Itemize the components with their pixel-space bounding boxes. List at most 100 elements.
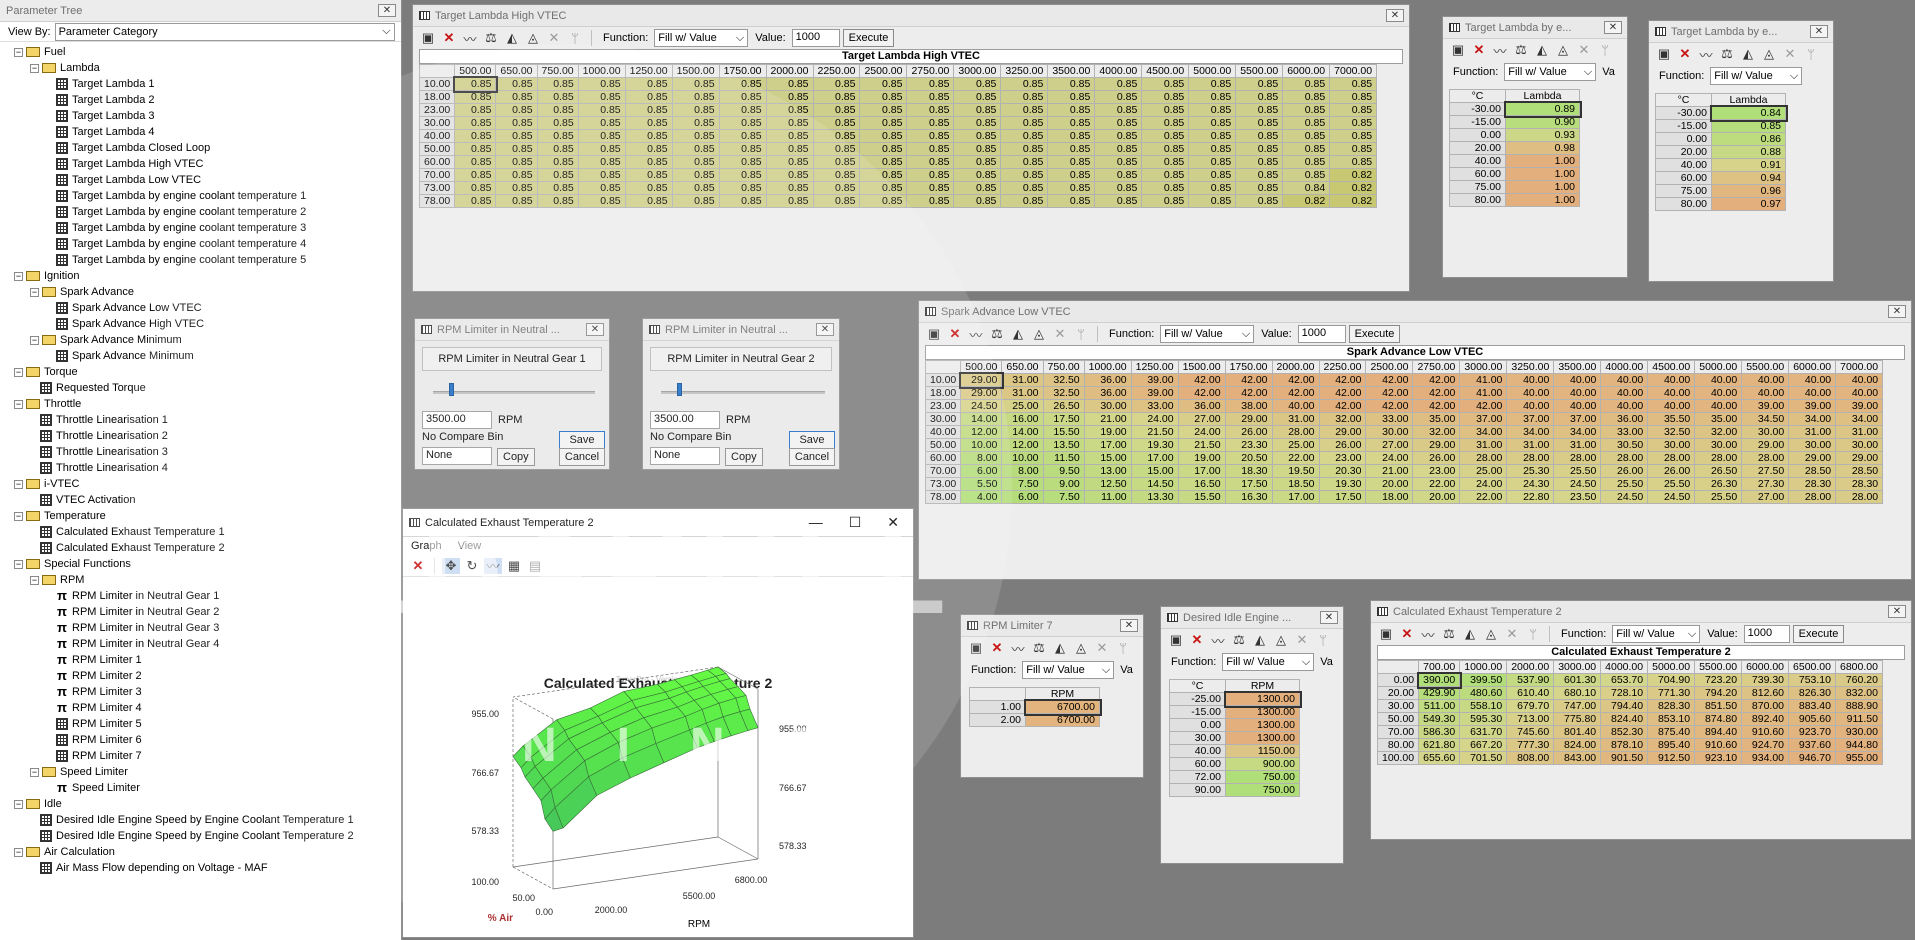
grid-cell[interactable]: 0.85: [1094, 116, 1143, 130]
close-button[interactable]: ✕: [816, 323, 834, 336]
grid-cell[interactable]: 42.00: [1271, 373, 1320, 387]
close-button[interactable]: ✕: [1810, 25, 1828, 38]
grid-cell[interactable]: 12.00: [960, 425, 1003, 439]
grid-cell[interactable]: 0.85: [812, 129, 861, 143]
grid-cell[interactable]: 0.85: [1188, 77, 1237, 91]
grid-cell[interactable]: 894.40: [1694, 725, 1743, 739]
value-input[interactable]: 3500.00: [422, 411, 492, 429]
grid-cell[interactable]: 29.00: [1788, 451, 1837, 465]
grid-cell[interactable]: 0.85: [718, 181, 767, 195]
grid-cell[interactable]: 40.00: [1600, 399, 1649, 413]
grid-cell[interactable]: 0.85: [577, 168, 626, 182]
grid-cell[interactable]: 21.00: [1083, 412, 1132, 426]
grid-cell[interactable]: 0.85: [906, 77, 955, 91]
grid-cell[interactable]: 0.85: [1329, 129, 1378, 143]
target-lambda-ect-grid-1[interactable]: °C Lambda -30.00 0.89 -15.00 0.90 0.00 0.93 20.0…: [1449, 89, 1582, 207]
execute-button[interactable]: Execute: [1348, 325, 1401, 343]
grid-cell[interactable]: 42.00: [1177, 386, 1226, 400]
grid-cell[interactable]: 0.85: [495, 129, 538, 143]
tree-node[interactable]: − Temperature: [14, 508, 401, 524]
grid-cell[interactable]: 40.00: [1694, 399, 1743, 413]
grid-cell[interactable]: 777.30: [1506, 738, 1555, 752]
grid-cell[interactable]: 924.70: [1741, 738, 1790, 752]
grid-cell[interactable]: 0.85: [906, 103, 955, 117]
menu-view[interactable]: View: [458, 540, 482, 552]
grid-cell[interactable]: 15.50: [1042, 425, 1085, 439]
grid-cell[interactable]: 0.85: [1000, 155, 1049, 169]
compare-icon[interactable]: ⚖: [1512, 42, 1530, 58]
copy-button[interactable]: Copy: [725, 448, 763, 466]
save-button[interactable]: Save: [559, 431, 605, 449]
tree-node[interactable]: − Fuel: [14, 44, 401, 60]
grid-cell[interactable]: 28.30: [1788, 477, 1837, 491]
grid-cell[interactable]: 713.00: [1506, 712, 1555, 726]
delete-icon[interactable]: ✕: [409, 558, 427, 574]
grid-cell[interactable]: 21.50: [1130, 425, 1179, 439]
smooth-icon[interactable]: ◬: [1272, 632, 1290, 648]
grid-cell[interactable]: 824.00: [1553, 738, 1602, 752]
grid-cell[interactable]: 0.85: [536, 103, 579, 117]
grid-cell[interactable]: 39.00: [1788, 399, 1837, 413]
tree-node[interactable]: Throttle Linearisation 1: [14, 412, 401, 428]
grid-cell[interactable]: 0.85: [1329, 155, 1378, 169]
grid-cell[interactable]: 28.00: [1788, 490, 1837, 504]
grid-cell[interactable]: 0.85: [1141, 168, 1190, 182]
grid-cell[interactable]: 1.00: [1505, 154, 1580, 168]
tree-node[interactable]: RPM Limiter 6: [14, 732, 401, 748]
grid-cell[interactable]: 0.85: [906, 181, 955, 195]
grid-cell[interactable]: 704.90: [1647, 673, 1696, 687]
grid-cell[interactable]: 31.00: [1001, 373, 1044, 387]
grid-cell[interactable]: 0.85: [1188, 155, 1237, 169]
graph-icon[interactable]: 〰: [1419, 626, 1437, 643]
grid-cell[interactable]: 775.80: [1553, 712, 1602, 726]
grid-cell[interactable]: 0.85: [454, 90, 497, 104]
grid-cell[interactable]: 0.85: [1711, 119, 1786, 133]
smooth-icon[interactable]: ◬: [1554, 42, 1572, 58]
grid-cell[interactable]: 18.30: [1224, 464, 1273, 478]
grid-cell[interactable]: 0.85: [671, 168, 720, 182]
function-select[interactable]: Fill w/ Value ⌵: [1504, 63, 1597, 81]
grid-cell[interactable]: 667.20: [1459, 738, 1508, 752]
grid-cell[interactable]: 20.00: [1365, 477, 1414, 491]
grid-cell[interactable]: 0.85: [1282, 168, 1331, 182]
grid-cell[interactable]: 30.50: [1600, 438, 1649, 452]
grid-cell[interactable]: 17.50: [1042, 412, 1085, 426]
grid-cell[interactable]: 28.50: [1835, 464, 1884, 478]
grid-cell[interactable]: 853.10: [1647, 712, 1696, 726]
grid-cell[interactable]: 10.00: [960, 438, 1003, 452]
grid-cell[interactable]: 1.00: [1505, 180, 1580, 194]
grid-cell[interactable]: 0.85: [624, 103, 673, 117]
grid-cell[interactable]: 8.00: [960, 451, 1003, 465]
grid-cell[interactable]: 17.50: [1318, 490, 1367, 504]
grid-cell[interactable]: 0.85: [1094, 181, 1143, 195]
grid-cell[interactable]: 794.40: [1600, 699, 1649, 713]
grid-cell[interactable]: 42.00: [1318, 399, 1367, 413]
grid-cell[interactable]: 0.85: [859, 194, 908, 208]
tree-node[interactable]: Target Lambda 1: [14, 76, 401, 92]
grid-cell[interactable]: 0.85: [671, 155, 720, 169]
table-view-icon[interactable]: ▦: [505, 558, 523, 574]
grid-cell[interactable]: 745.60: [1506, 725, 1555, 739]
grid-cell[interactable]: 29.00: [1412, 438, 1461, 452]
grid-cell[interactable]: 28.00: [1835, 490, 1884, 504]
execute-button[interactable]: Execute: [1792, 625, 1845, 643]
grid-cell[interactable]: 24.50: [1647, 490, 1696, 504]
grid-cell[interactable]: 0.85: [906, 155, 955, 169]
grid-cell[interactable]: 14.00: [1001, 425, 1044, 439]
grid-cell[interactable]: 0.85: [495, 142, 538, 156]
grid-cell[interactable]: 34.00: [1506, 425, 1555, 439]
grid-cell[interactable]: 28.00: [1459, 451, 1508, 465]
grid-cell[interactable]: 0.85: [765, 168, 814, 182]
grid-cell[interactable]: 0.85: [1094, 142, 1143, 156]
slider-thumb[interactable]: [677, 383, 682, 396]
grid-cell[interactable]: 0.90: [1505, 115, 1580, 129]
grid-cell[interactable]: 0.85: [1000, 77, 1049, 91]
grid-cell[interactable]: 0.85: [1282, 77, 1331, 91]
grid-cell[interactable]: 40.00: [1647, 399, 1696, 413]
grid-cell[interactable]: 0.85: [536, 155, 579, 169]
grid-cell[interactable]: 33.00: [1600, 425, 1649, 439]
grid-cell[interactable]: 0.85: [765, 155, 814, 169]
grid-cell[interactable]: 35.00: [1412, 412, 1461, 426]
grid-cell[interactable]: 0.86: [1711, 132, 1786, 146]
compare-icon[interactable]: ⚖: [1030, 640, 1048, 656]
